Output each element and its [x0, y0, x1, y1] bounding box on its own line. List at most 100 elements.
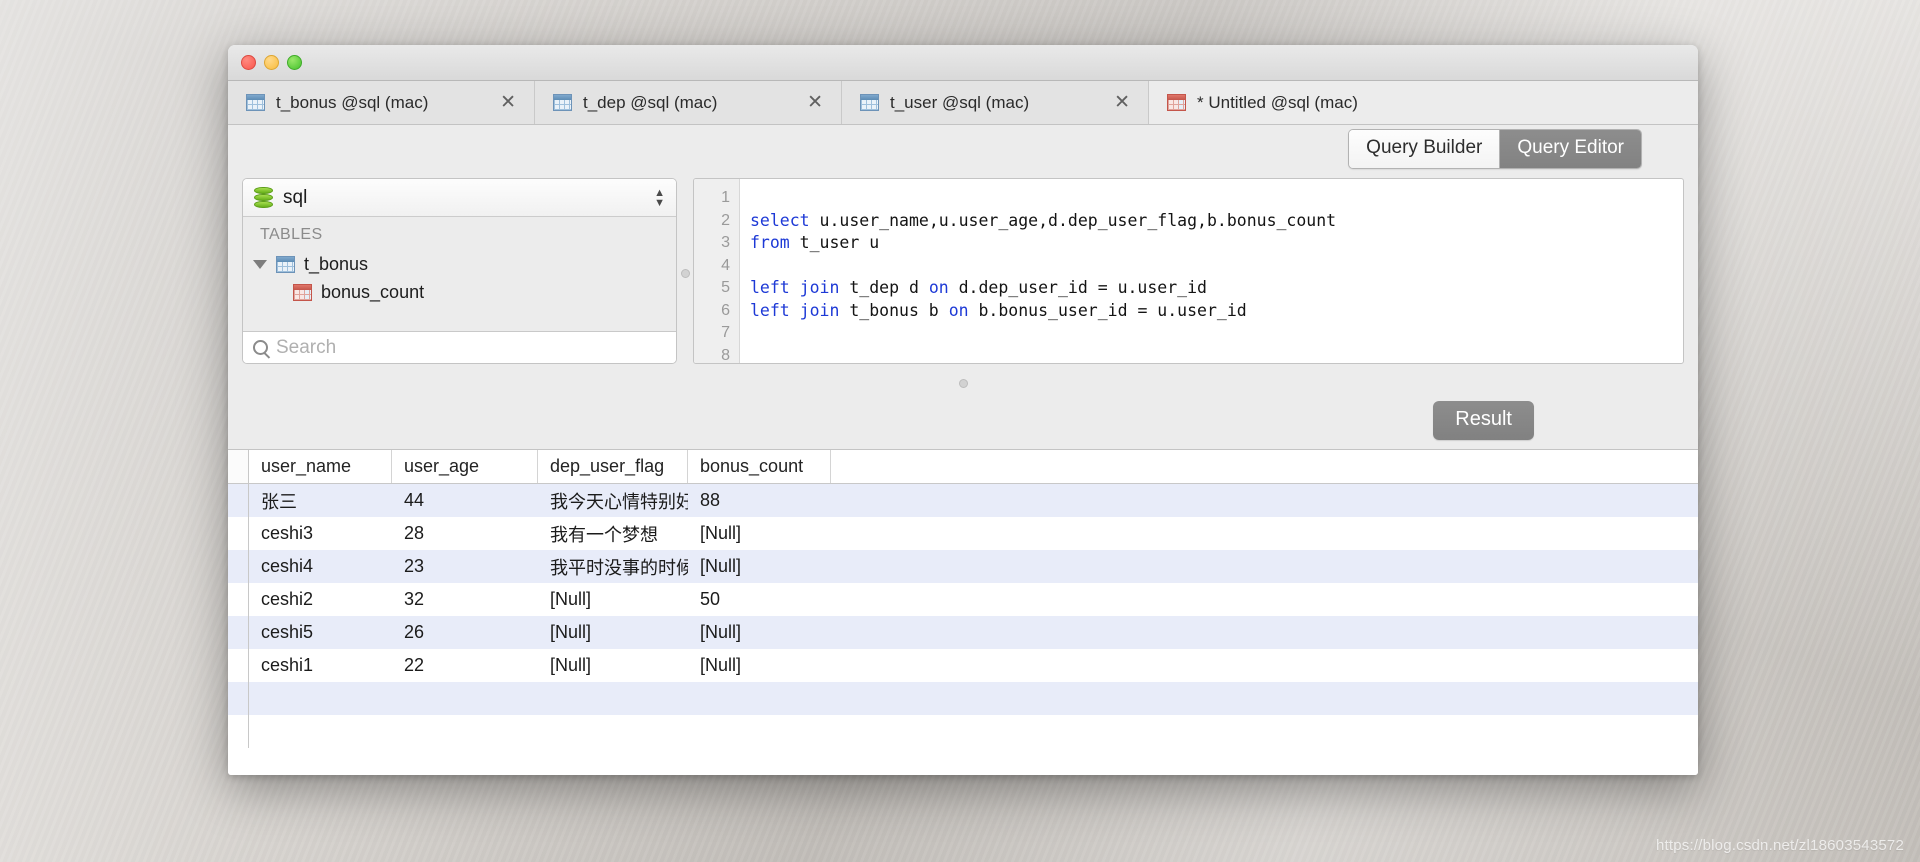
tab-bar: t_bonus @sql (mac) ✕ t_dep @sql (mac) ✕ …	[228, 81, 1698, 125]
horizontal-splitter[interactable]	[228, 379, 1698, 388]
cell-dep-user-flag[interactable]: 我有一个梦想	[538, 517, 688, 550]
sql-keyword: left join	[750, 278, 840, 297]
cell-filler	[831, 550, 1698, 583]
table-icon-red	[1167, 94, 1186, 111]
tables-tree: TABLES t_bonus bonus_count	[243, 217, 676, 331]
row-header[interactable]	[228, 550, 249, 583]
disclosure-triangle-icon[interactable]	[253, 259, 267, 269]
cell-bonus-count[interactable]: [Null]	[688, 649, 831, 682]
cell-dep-user-flag[interactable]: 我平时没事的时候喜	[538, 550, 688, 583]
search-input[interactable]: Search	[243, 331, 676, 363]
cell-dep-user-flag[interactable]: [Null]	[538, 649, 688, 682]
table-row[interactable]: ceshi5 26 [Null] [Null]	[228, 616, 1698, 649]
results-grid-body: 张三44我今天心情特别好，88ceshi328我有一个梦想[Null]ceshi…	[228, 484, 1698, 748]
query-editor-tab[interactable]: Query Editor	[1499, 130, 1641, 168]
row-header[interactable]	[228, 715, 249, 748]
close-icon[interactable]: ✕	[1112, 93, 1132, 112]
chevron-up-icon: ▲	[654, 186, 665, 199]
tab-untitled[interactable]: * Untitled @sql (mac) ✕	[1149, 81, 1698, 124]
minimize-window-button[interactable]	[264, 55, 279, 70]
line-number-gutter: 1 2 3 4 5 6 7 8	[694, 179, 740, 363]
app-window: t_bonus @sql (mac) ✕ t_dep @sql (mac) ✕ …	[228, 45, 1698, 775]
line-number: 7	[721, 324, 730, 341]
cell-filler	[831, 517, 1698, 550]
editor-area: sql ▲ ▼ TABLES t_bonus bonus_count Searc…	[228, 173, 1698, 373]
cell-dep-user-flag[interactable]: [Null]	[538, 583, 688, 616]
splitter-handle-icon	[680, 268, 690, 278]
row-header[interactable]	[228, 583, 249, 616]
cell-bonus-count[interactable]: [Null]	[688, 517, 831, 550]
table-row[interactable]: ceshi3 28 我有一个梦想 [Null]	[228, 517, 1698, 550]
table-row-empty[interactable]	[228, 682, 1698, 715]
table-row[interactable]: 张三44我今天心情特别好，88	[228, 484, 1698, 517]
table-icon	[276, 255, 295, 273]
row-header[interactable]	[228, 517, 249, 550]
schema-sidebar: sql ▲ ▼ TABLES t_bonus bonus_count Searc…	[242, 178, 677, 364]
tab-t-dep[interactable]: t_dep @sql (mac) ✕	[535, 81, 842, 124]
vertical-splitter[interactable]	[677, 173, 693, 373]
query-builder-tab[interactable]: Query Builder	[1349, 130, 1500, 168]
line-number: 4	[721, 256, 730, 274]
cell-dep-user-flag[interactable]: 我今天心情特别好，	[538, 484, 688, 517]
cell-filler	[831, 484, 1698, 517]
code-line: select u.user_name,u.user_age,d.dep_user…	[750, 210, 1683, 233]
tree-item-bonus-count[interactable]: bonus_count	[243, 278, 676, 306]
cell-bonus-count[interactable]: [Null]	[688, 616, 831, 649]
results-grid-header: user_name user_age dep_user_flag bonus_c…	[228, 450, 1698, 484]
sql-code-area[interactable]: select u.user_name,u.user_age,d.dep_user…	[740, 179, 1683, 363]
cell-user-name[interactable]: ceshi4	[249, 550, 392, 583]
row-header[interactable]	[228, 682, 249, 715]
cell-user-name[interactable]: ceshi2	[249, 583, 392, 616]
result-button[interactable]: Result	[1433, 401, 1534, 440]
cell-user-name[interactable]: 张三	[249, 484, 392, 517]
row-header[interactable]	[228, 649, 249, 682]
cell-user-age[interactable]: 22	[392, 649, 538, 682]
editor-toolbar: Query Builder Query Editor	[228, 125, 1698, 173]
cell-user-age[interactable]: 23	[392, 550, 538, 583]
cell-dep-user-flag[interactable]: [Null]	[538, 616, 688, 649]
close-window-button[interactable]	[241, 55, 256, 70]
cell-bonus-count[interactable]: [Null]	[688, 550, 831, 583]
line-number: 5	[721, 279, 730, 296]
database-selector[interactable]: sql ▲ ▼	[243, 179, 676, 217]
tree-item-label: t_bonus	[304, 253, 369, 274]
cell-user-name[interactable]: ceshi1	[249, 649, 392, 682]
row-header[interactable]	[228, 616, 249, 649]
column-header-user-name[interactable]: user_name	[249, 450, 392, 483]
line-number: 8	[721, 346, 730, 364]
column-header-filler	[831, 450, 1698, 483]
tree-item-t-bonus[interactable]: t_bonus	[243, 250, 676, 278]
cell-filler	[249, 715, 1698, 748]
cell-bonus-count[interactable]: 50	[688, 583, 831, 616]
cell-user-name[interactable]: ceshi5	[249, 616, 392, 649]
cell-user-age[interactable]: 28	[392, 517, 538, 550]
sql-editor[interactable]: 1 2 3 4 5 6 7 8 select u.user_name,u.user_age,d…	[693, 178, 1684, 364]
table-row[interactable]: ceshi1 22 [Null] [Null]	[228, 649, 1698, 682]
cell-user-age[interactable]: 26	[392, 616, 538, 649]
cell-user-age[interactable]: 32	[392, 583, 538, 616]
column-header-user-age[interactable]: user_age	[392, 450, 538, 483]
column-header-dep-user-flag[interactable]: dep_user_flag	[538, 450, 688, 483]
zoom-window-button[interactable]	[287, 55, 302, 70]
sql-text: d.dep_user_id = u.user_id	[948, 278, 1207, 297]
results-grid: user_name user_age dep_user_flag bonus_c…	[228, 449, 1698, 775]
cell-bonus-count[interactable]: 88	[688, 484, 831, 517]
line-number: 6	[721, 301, 730, 319]
cell-user-age[interactable]: 44	[392, 484, 538, 517]
sql-keyword: from	[750, 233, 790, 252]
table-row-empty[interactable]	[228, 715, 1698, 748]
tab-t-user[interactable]: t_user @sql (mac) ✕	[842, 81, 1149, 124]
chevron-updown-icon[interactable]: ▲ ▼	[654, 186, 668, 208]
close-icon[interactable]: ✕	[498, 93, 518, 112]
table-row[interactable]: ceshi2 32 [Null] 50	[228, 583, 1698, 616]
column-header-bonus-count[interactable]: bonus_count	[688, 450, 831, 483]
cell-user-name[interactable]: ceshi3	[249, 517, 392, 550]
tab-t-bonus[interactable]: t_bonus @sql (mac) ✕	[228, 81, 535, 124]
close-icon[interactable]: ✕	[805, 93, 825, 112]
row-header[interactable]	[228, 484, 249, 517]
table-row[interactable]: ceshi423我平时没事的时候喜[Null]	[228, 550, 1698, 583]
